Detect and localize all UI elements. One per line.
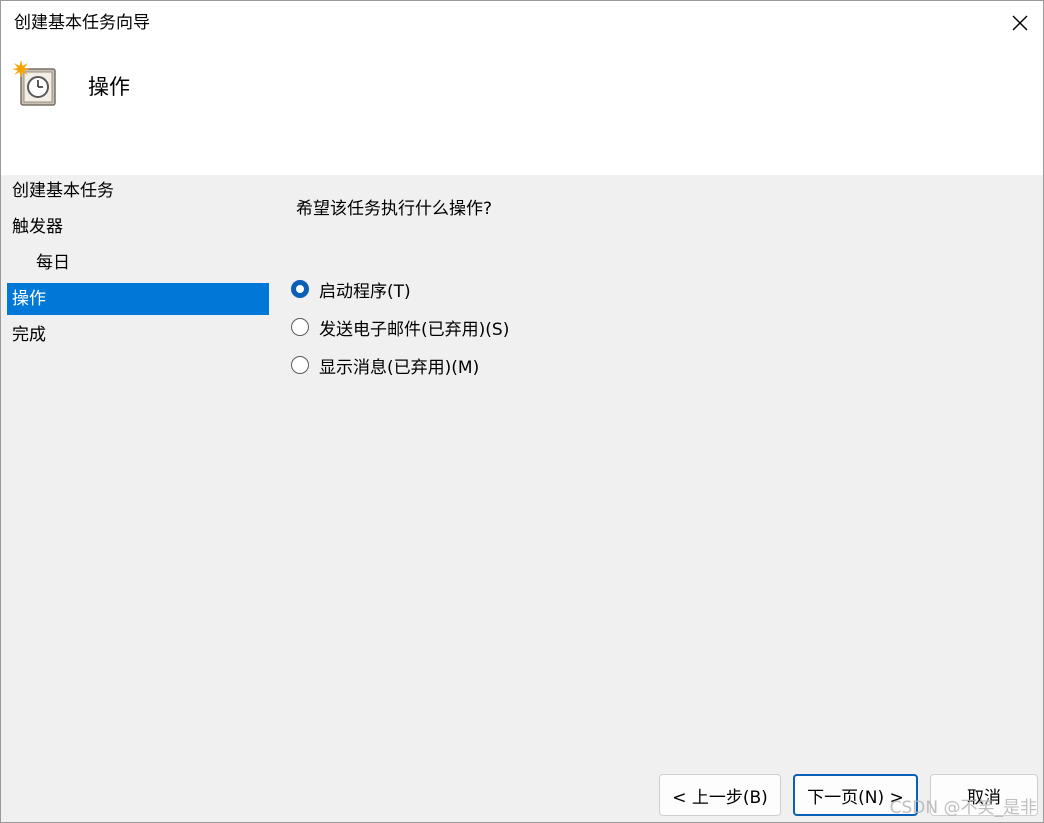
action-options: 启动程序(T) 发送电子邮件(已弃用)(S) 显示消息(已弃用)(M)	[291, 275, 509, 389]
title-bar: 创建基本任务向导	[1, 1, 1043, 45]
option-start-program[interactable]: 启动程序(T)	[291, 275, 509, 303]
next-button[interactable]: 下一页(N) >	[793, 774, 918, 816]
wizard-content: 创建基本任务 触发器 每日 操作 完成 希望该任务执行什么操作? 启动程序(T)…	[1, 175, 1043, 822]
wizard-window: 创建基本任务向导 操作 创建基本任务 触发器 每日 操作 完成 希望该任务执行什…	[0, 0, 1044, 823]
option-send-email[interactable]: 发送电子邮件(已弃用)(S)	[291, 313, 509, 341]
page-title: 操作	[88, 75, 130, 99]
step-item-finish[interactable]: 完成	[7, 319, 269, 351]
option-label: 启动程序(T)	[319, 281, 411, 302]
action-question: 希望该任务执行什么操作?	[296, 199, 493, 219]
close-button[interactable]	[997, 1, 1043, 45]
radio-show-message[interactable]	[291, 356, 309, 374]
option-label: 发送电子邮件(已弃用)(S)	[319, 319, 510, 340]
step-item-create-basic-task[interactable]: 创建基本任务	[7, 175, 269, 207]
radio-send-email[interactable]	[291, 318, 309, 336]
step-item-action[interactable]: 操作	[7, 283, 269, 315]
steps-list: 创建基本任务 触发器 每日 操作 完成	[7, 175, 269, 355]
task-scheduler-clock-icon	[12, 60, 56, 106]
cancel-button[interactable]: 取消	[930, 774, 1038, 816]
radio-start-program[interactable]	[291, 280, 309, 298]
close-icon	[1012, 15, 1028, 31]
header-band: 操作	[1, 45, 1043, 175]
step-item-trigger[interactable]: 触发器	[7, 211, 269, 243]
back-button[interactable]: < 上一步(B)	[659, 774, 781, 816]
step-item-daily[interactable]: 每日	[7, 247, 269, 279]
footer-buttons: < 上一步(B) 下一页(N) > 取消	[1, 774, 1043, 818]
window-title: 创建基本任务向导	[14, 13, 150, 33]
option-label: 显示消息(已弃用)(M)	[319, 357, 480, 378]
option-show-message[interactable]: 显示消息(已弃用)(M)	[291, 351, 509, 379]
